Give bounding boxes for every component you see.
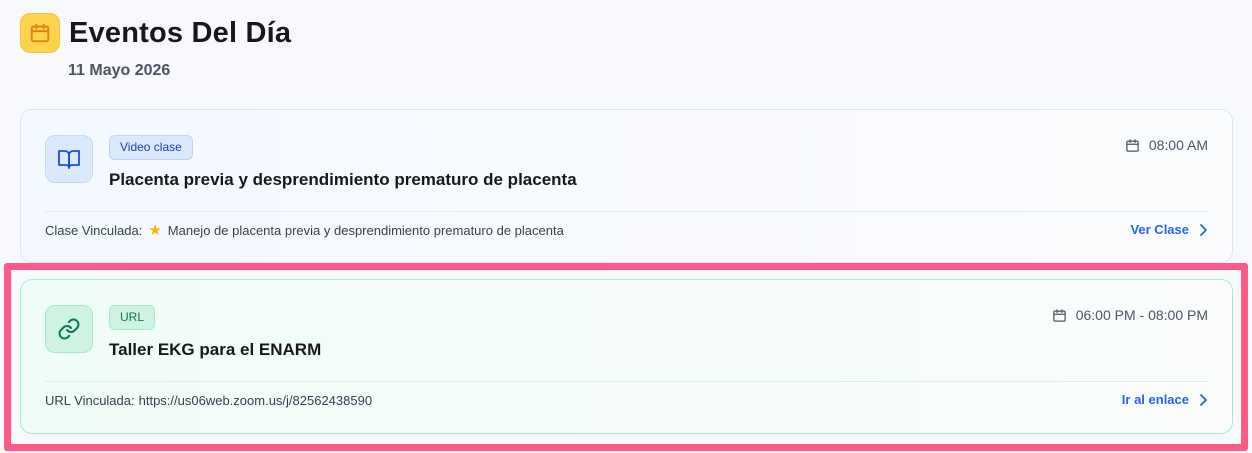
calendar-icon [20,13,60,53]
open-link-button[interactable]: Ir al enlace [1122,392,1208,407]
event-time: 06:00 PM - 08:00 PM [1052,307,1208,323]
star-icon: ★ [148,222,162,239]
linked-url: URL Vinculada: https://us06web.zoom.us/j… [45,393,372,408]
open-link-label: Ir al enlace [1121,392,1189,407]
event-type-badge: Video clase [109,135,193,160]
book-open-icon [45,135,93,183]
page-title: Eventos Del Día [69,16,292,49]
event-card[interactable]: Video clase Placenta previa y desprendim… [20,109,1233,263]
linked-class: Clase Vinculada: ★ Manejo de placenta pr… [45,223,564,238]
calendar-small-icon [1052,308,1066,322]
page-header: Eventos Del Día [20,13,291,53]
view-class-label: Ver Clase [1130,222,1189,237]
event-type-badge: URL [109,305,156,330]
linked-url-value: https://us06web.zoom.us/j/82562438590 [138,393,373,408]
chevron-right-icon [1200,223,1207,236]
event-card[interactable]: URL Taller EKG para el ENARM 06:00 PM - … [20,279,1233,434]
events-page: Eventos Del Día 11 Mayo 2026 Video clase… [0,0,1252,453]
link-icon [45,305,93,353]
event-title: Placenta previa y desprendimiento premat… [109,170,577,189]
linked-class-value: Manejo de placenta previa y desprendimie… [167,223,564,238]
card-divider [45,381,1208,382]
event-time: 08:00 AM [1125,137,1208,153]
linked-url-label: URL Vinculada: [45,393,135,408]
event-time-label: 08:00 AM [1148,137,1208,153]
calendar-small-icon [1126,138,1139,152]
card-divider [45,211,1208,212]
view-class-link[interactable]: Ver Clase [1130,222,1208,237]
chevron-right-icon [1200,393,1207,406]
linked-class-label: Clase Vinculada: [45,223,143,238]
event-title: Taller EKG para el ENARM [109,340,322,359]
event-time-label: 06:00 PM - 08:00 PM [1075,307,1208,323]
page-date: 11 Mayo 2026 [68,62,171,79]
